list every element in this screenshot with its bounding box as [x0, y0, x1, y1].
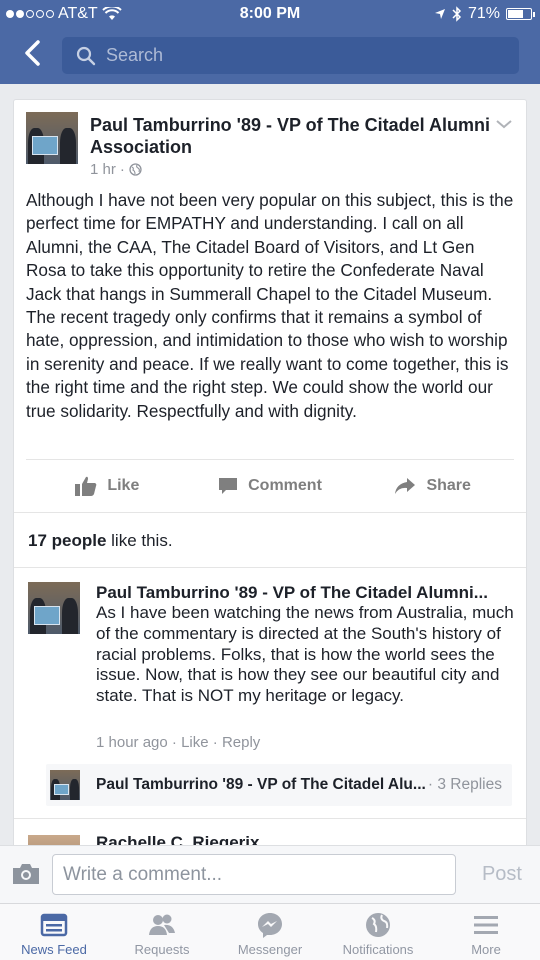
post-comment-button[interactable]: Post [482, 863, 522, 886]
back-arrow-icon[interactable] [18, 38, 48, 68]
comment-composer: Post [0, 845, 540, 903]
tab-label: Notifications [342, 942, 414, 957]
globe-privacy-icon [129, 163, 142, 176]
menu-icon [474, 916, 498, 934]
meta-separator: · [171, 734, 177, 751]
requests-icon [149, 914, 175, 935]
messenger-icon [258, 913, 282, 938]
tab-news-feed[interactable]: News Feed [0, 904, 108, 960]
comment-text: As I have been watching the news from Au… [96, 603, 514, 706]
reply-count[interactable]: · 3 Replies [428, 776, 502, 794]
search-icon [76, 46, 96, 65]
globe-icon [366, 913, 390, 937]
share-button[interactable]: Share [351, 460, 514, 511]
meta-separator: · [212, 734, 218, 751]
post-author-name[interactable]: Paul Tamburrino '89 - VP of The Citadel … [90, 114, 490, 158]
top-header: AT&T 8:00 PM 71% [0, 0, 540, 84]
like-button[interactable]: Like [26, 460, 189, 511]
post-card: Paul Tamburrino '89 - VP of The Citadel … [13, 99, 527, 859]
status-right: 71% [434, 5, 535, 23]
comment-item: Rachelle C. Riegerix [14, 818, 526, 858]
commenter-avatar[interactable] [28, 582, 80, 634]
comment-bubble-icon [219, 477, 238, 494]
reply-avatar [50, 770, 80, 800]
tab-more[interactable]: More [432, 904, 540, 960]
search-input[interactable] [106, 45, 486, 66]
battery-percent: 71% [467, 5, 500, 22]
reply-preview[interactable]: Paul Tamburrino '89 - VP of The Citadel … [46, 764, 512, 806]
tab-label: Requests [134, 942, 190, 957]
post-time[interactable]: 1 hr [90, 161, 116, 178]
bluetooth-icon [452, 6, 462, 22]
tab-label: More [471, 942, 501, 957]
share-arrow-icon [395, 477, 416, 494]
post-actions: Like Comment Share [26, 459, 514, 511]
like-label: Like [107, 476, 140, 494]
camera-icon[interactable] [12, 863, 40, 885]
post-meta: 1 hr · [90, 161, 142, 178]
comment-meta: 1 hour ago · Like · Reply [96, 734, 260, 751]
tab-messenger[interactable]: Messenger [216, 904, 324, 960]
share-label: Share [426, 476, 471, 494]
likes-summary[interactable]: 17 people like this. [14, 512, 526, 568]
tab-requests[interactable]: Requests [108, 904, 216, 960]
comment-reply-link[interactable]: Reply [222, 734, 260, 751]
comment-like-link[interactable]: Like [181, 734, 209, 751]
tab-label: Messenger [237, 942, 303, 957]
search-bar[interactable] [62, 37, 519, 74]
meta-separator: · [119, 161, 125, 178]
battery-icon [506, 8, 535, 20]
status-bar: AT&T 8:00 PM 71% [0, 0, 540, 28]
likes-suffix: like this. [106, 531, 173, 550]
chevron-down-icon[interactable] [494, 114, 514, 134]
thumbs-up-icon [75, 476, 97, 496]
comment-label: Comment [248, 476, 322, 494]
reply-author: Paul Tamburrino '89 - VP of The Citadel … [96, 776, 426, 793]
commenter-name[interactable]: Paul Tamburrino '89 - VP of The Citadel … [96, 582, 516, 604]
comment-time: 1 hour ago [96, 734, 168, 751]
author-avatar[interactable] [26, 112, 78, 164]
comment-input[interactable] [52, 854, 456, 895]
post-body: Although I have not been very popular on… [26, 190, 514, 421]
news-feed-icon [40, 913, 68, 937]
tab-label: News Feed [21, 942, 87, 957]
likes-count: 17 people [28, 531, 107, 550]
tab-notifications[interactable]: Notifications [324, 904, 432, 960]
location-arrow-icon [434, 9, 445, 19]
bottom-tab-bar: News Feed Requests Messenger Notificatio… [0, 903, 540, 960]
comment-button[interactable]: Comment [189, 460, 352, 511]
